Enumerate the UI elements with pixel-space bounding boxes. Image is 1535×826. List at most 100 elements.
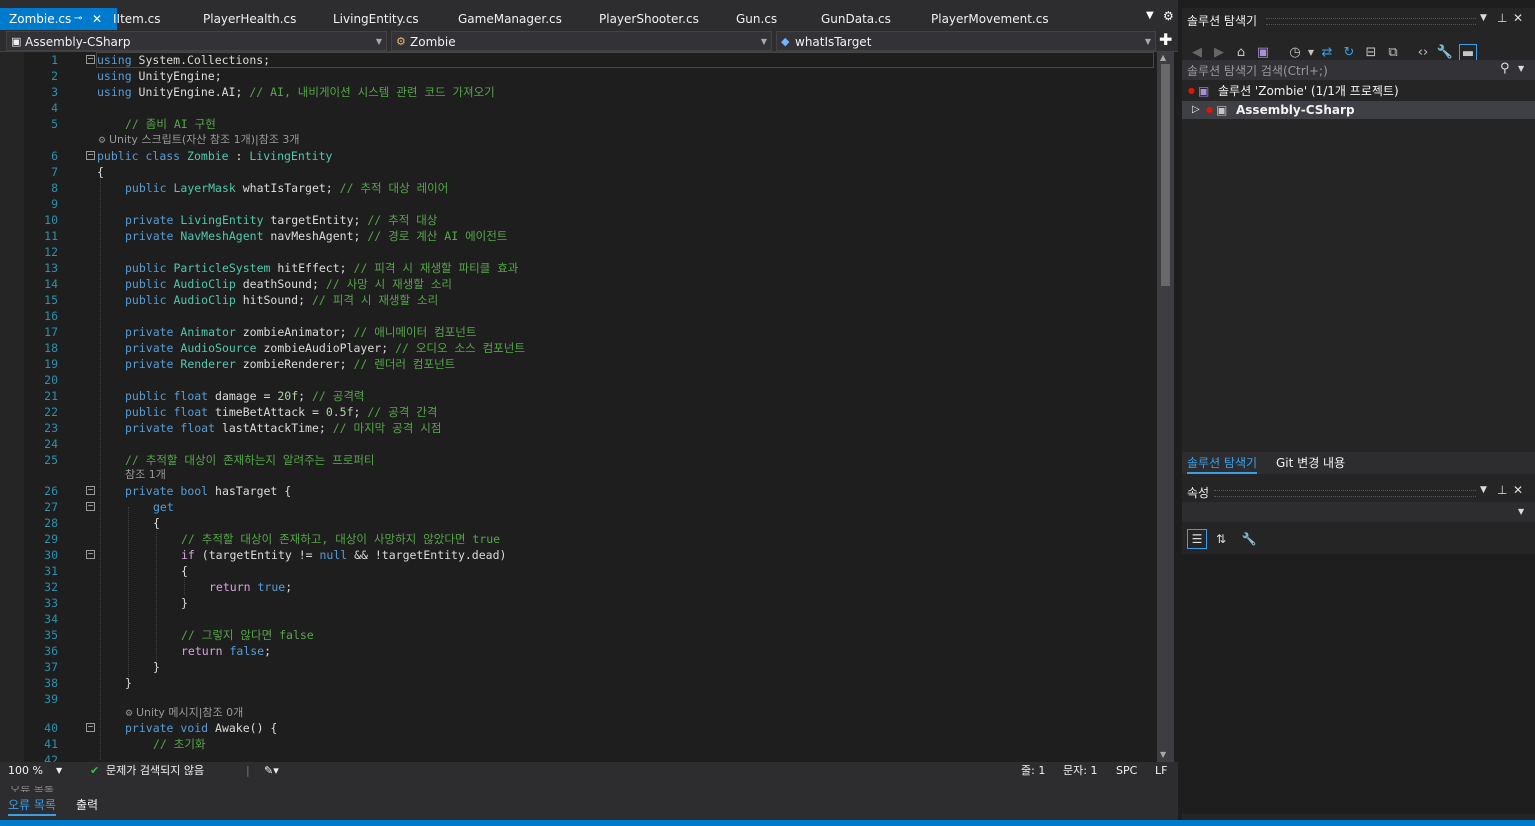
chevron-down-icon[interactable]: ▼ <box>1518 507 1524 516</box>
line-ending-indicator[interactable]: LF <box>1155 762 1167 780</box>
tree-item-project[interactable]: ▷ ● ▣ Assembly-CSharp <box>1182 101 1535 119</box>
editor-status-bar: 100 % ▼ ✔ 문제가 검색되지 않음 | ✎▾ 줄: 1 문자: 1 SP… <box>0 762 1178 780</box>
tab-gundata-cs[interactable]: GunData.cs <box>821 8 891 30</box>
token: null <box>319 548 348 562</box>
project-dropdown[interactable]: ▣ Assembly-CSharp ▼ <box>6 31 387 51</box>
split-window-icon[interactable]: ✚ <box>1159 30 1172 50</box>
token: && !targetEntity.dead) <box>347 548 507 562</box>
line-number: 20 <box>44 373 58 387</box>
unity-icon: ⚙ <box>125 709 136 719</box>
title-grip[interactable] <box>1214 490 1476 497</box>
code-cleanup-icon[interactable]: ✎▾ <box>264 762 279 780</box>
code-line: private void Awake() { <box>125 720 277 736</box>
token: float <box>173 405 209 419</box>
search-icon[interactable]: ⚲ <box>1500 61 1510 76</box>
code-line: private LivingEntity targetEntity; // 추적… <box>125 212 437 228</box>
line-number: 34 <box>44 612 58 626</box>
token: float <box>180 421 216 435</box>
member-dropdown[interactable]: ◆ whatIsTarget ▼ <box>776 31 1156 51</box>
token: zombieAudioPlayer; <box>256 341 396 355</box>
expand-arrow-icon[interactable]: ▷ <box>1192 101 1200 119</box>
indent-guide <box>156 523 157 667</box>
collapse-toggle[interactable]: − <box>86 151 95 160</box>
collapse-toggle[interactable]: − <box>86 723 95 732</box>
property-pages-wrench-icon[interactable]: 🔧 <box>1239 529 1259 549</box>
code-line: private AudioSource zombieAudioPlayer; /… <box>125 340 525 356</box>
tab-playermovement-cs[interactable]: PlayerMovement.cs <box>931 8 1049 30</box>
line-number: 30 <box>44 548 58 562</box>
comment: // 추적 대상 <box>367 213 438 227</box>
chevron-down-icon[interactable]: ▼ <box>56 762 62 780</box>
properties-panel: 속성 ▼ ⊥ ✕ ▼ ☰ ⇅ 🔧 <box>1182 480 1535 820</box>
code-line: private Animator zombieAnimator; // 애니메이… <box>125 324 476 340</box>
token: timeBetAttack = <box>208 405 326 419</box>
close-icon[interactable]: ✕ <box>92 8 102 30</box>
document-tab-strip: Zombie.cs ⊸ ✕ IItem.cs PlayerHealth.cs L… <box>0 0 1178 30</box>
comment: // 추적 대상 레이어 <box>339 181 449 195</box>
gear-icon[interactable]: ⚙ <box>1163 9 1174 23</box>
tab-solution-explorer[interactable]: 솔루션 탐색기 <box>1187 454 1258 474</box>
token: private <box>125 484 174 498</box>
title-grip[interactable] <box>1266 18 1476 25</box>
codelens-references[interactable]: 참조 1개 <box>125 467 166 483</box>
tab-iitem-cs[interactable]: IItem.cs <box>113 8 161 30</box>
tab-label: GameManager.cs <box>458 12 562 26</box>
scroll-up-icon[interactable]: ▲ <box>1160 53 1166 62</box>
tab-gamemanager-cs[interactable]: GameManager.cs <box>458 8 562 30</box>
pin-icon[interactable]: ⊸ <box>74 8 82 30</box>
close-icon[interactable]: ✕ <box>1513 483 1523 497</box>
unity-icon: ⚙ <box>98 136 109 146</box>
token: private <box>125 421 174 435</box>
code-line: } <box>125 676 132 690</box>
code-line: private bool hasTarget { <box>125 483 291 499</box>
tree-item-solution[interactable]: ● ▣ 솔루션 'Zombie' (1/1개 프로젝트) <box>1182 82 1535 100</box>
code-editor[interactable]: 1 2 3 4 5 6 7 8 9 10 11 12 13 14 15 16 1… <box>0 52 1178 762</box>
pin-icon[interactable]: ⊥ <box>1497 483 1507 497</box>
collapse-toggle[interactable]: − <box>86 550 95 559</box>
alphabetical-sort-icon[interactable]: ⇅ <box>1211 529 1231 549</box>
tab-list-dropdown-icon[interactable]: ▼ <box>1146 10 1154 21</box>
window-position-icon[interactable]: ▼ <box>1480 13 1487 23</box>
whitespace-indicator[interactable]: SPC <box>1116 762 1137 780</box>
pin-icon[interactable]: ⊥ <box>1497 11 1507 25</box>
tab-playershooter-cs[interactable]: PlayerShooter.cs <box>599 8 699 30</box>
collapse-toggle[interactable]: − <box>86 486 95 495</box>
comment: // 추적할 대상이 존재하는지 알려주는 프로퍼티 <box>125 453 375 467</box>
tab-livingentity-cs[interactable]: LivingEntity.cs <box>333 8 419 30</box>
codelens-text: Unity 메시지|참조 0개 <box>135 706 244 719</box>
solution-search-input[interactable]: 솔루션 탐색기 검색(Ctrl+;) ⚲ ▼ <box>1182 60 1535 80</box>
token: AudioClip <box>173 277 236 291</box>
categorized-icon[interactable]: ☰ <box>1187 529 1207 549</box>
tab-error-list[interactable]: 오류 목록 <box>8 794 56 816</box>
comment: // 추적할 대상이 존재하고, 대상이 사망하지 않았다면 true <box>181 532 501 546</box>
token: LivingEntity <box>249 149 333 163</box>
tab-zombie-cs[interactable]: Zombie.cs ⊸ ✕ <box>0 8 117 30</box>
zoom-level[interactable]: 100 % <box>8 762 43 780</box>
line-number: 4 <box>51 101 58 115</box>
tab-playerhealth-cs[interactable]: PlayerHealth.cs <box>203 8 296 30</box>
token: navMeshAgent; <box>263 229 368 243</box>
token: private <box>125 325 174 339</box>
window-position-icon[interactable]: ▼ <box>1480 485 1487 495</box>
tab-output[interactable]: 출력 <box>76 794 98 816</box>
close-icon[interactable]: ✕ <box>1513 11 1523 25</box>
object-selector-dropdown[interactable]: ▼ <box>1182 502 1535 522</box>
issues-status[interactable]: 문제가 검색되지 않음 <box>106 762 204 780</box>
collapse-toggle[interactable]: − <box>86 55 95 64</box>
chevron-down-icon[interactable]: ▼ <box>1518 64 1524 73</box>
type-dropdown[interactable]: ⚙ Zombie ▼ <box>391 31 772 51</box>
collapse-toggle[interactable]: − <box>86 502 95 511</box>
line-number: 29 <box>44 532 58 546</box>
token: ; <box>285 580 293 594</box>
search-placeholder: 솔루션 탐색기 검색(Ctrl+;) <box>1187 64 1328 78</box>
codelens-references[interactable]: ⚙ Unity 스크립트(자산 참조 1개)|참조 3개 <box>98 132 300 149</box>
tab-label: Gun.cs <box>736 12 778 26</box>
property-grid <box>1182 554 1535 814</box>
scrollbar-thumb[interactable] <box>1161 64 1170 286</box>
token: LayerMask <box>173 181 236 195</box>
scroll-down-icon[interactable]: ▼ <box>1160 750 1166 759</box>
tab-git-changes[interactable]: Git 변경 내용 <box>1276 454 1345 471</box>
token: ; <box>353 405 368 419</box>
comment: // 피격 시 재생할 소리 <box>311 293 439 307</box>
tab-gun-cs[interactable]: Gun.cs <box>736 8 777 30</box>
